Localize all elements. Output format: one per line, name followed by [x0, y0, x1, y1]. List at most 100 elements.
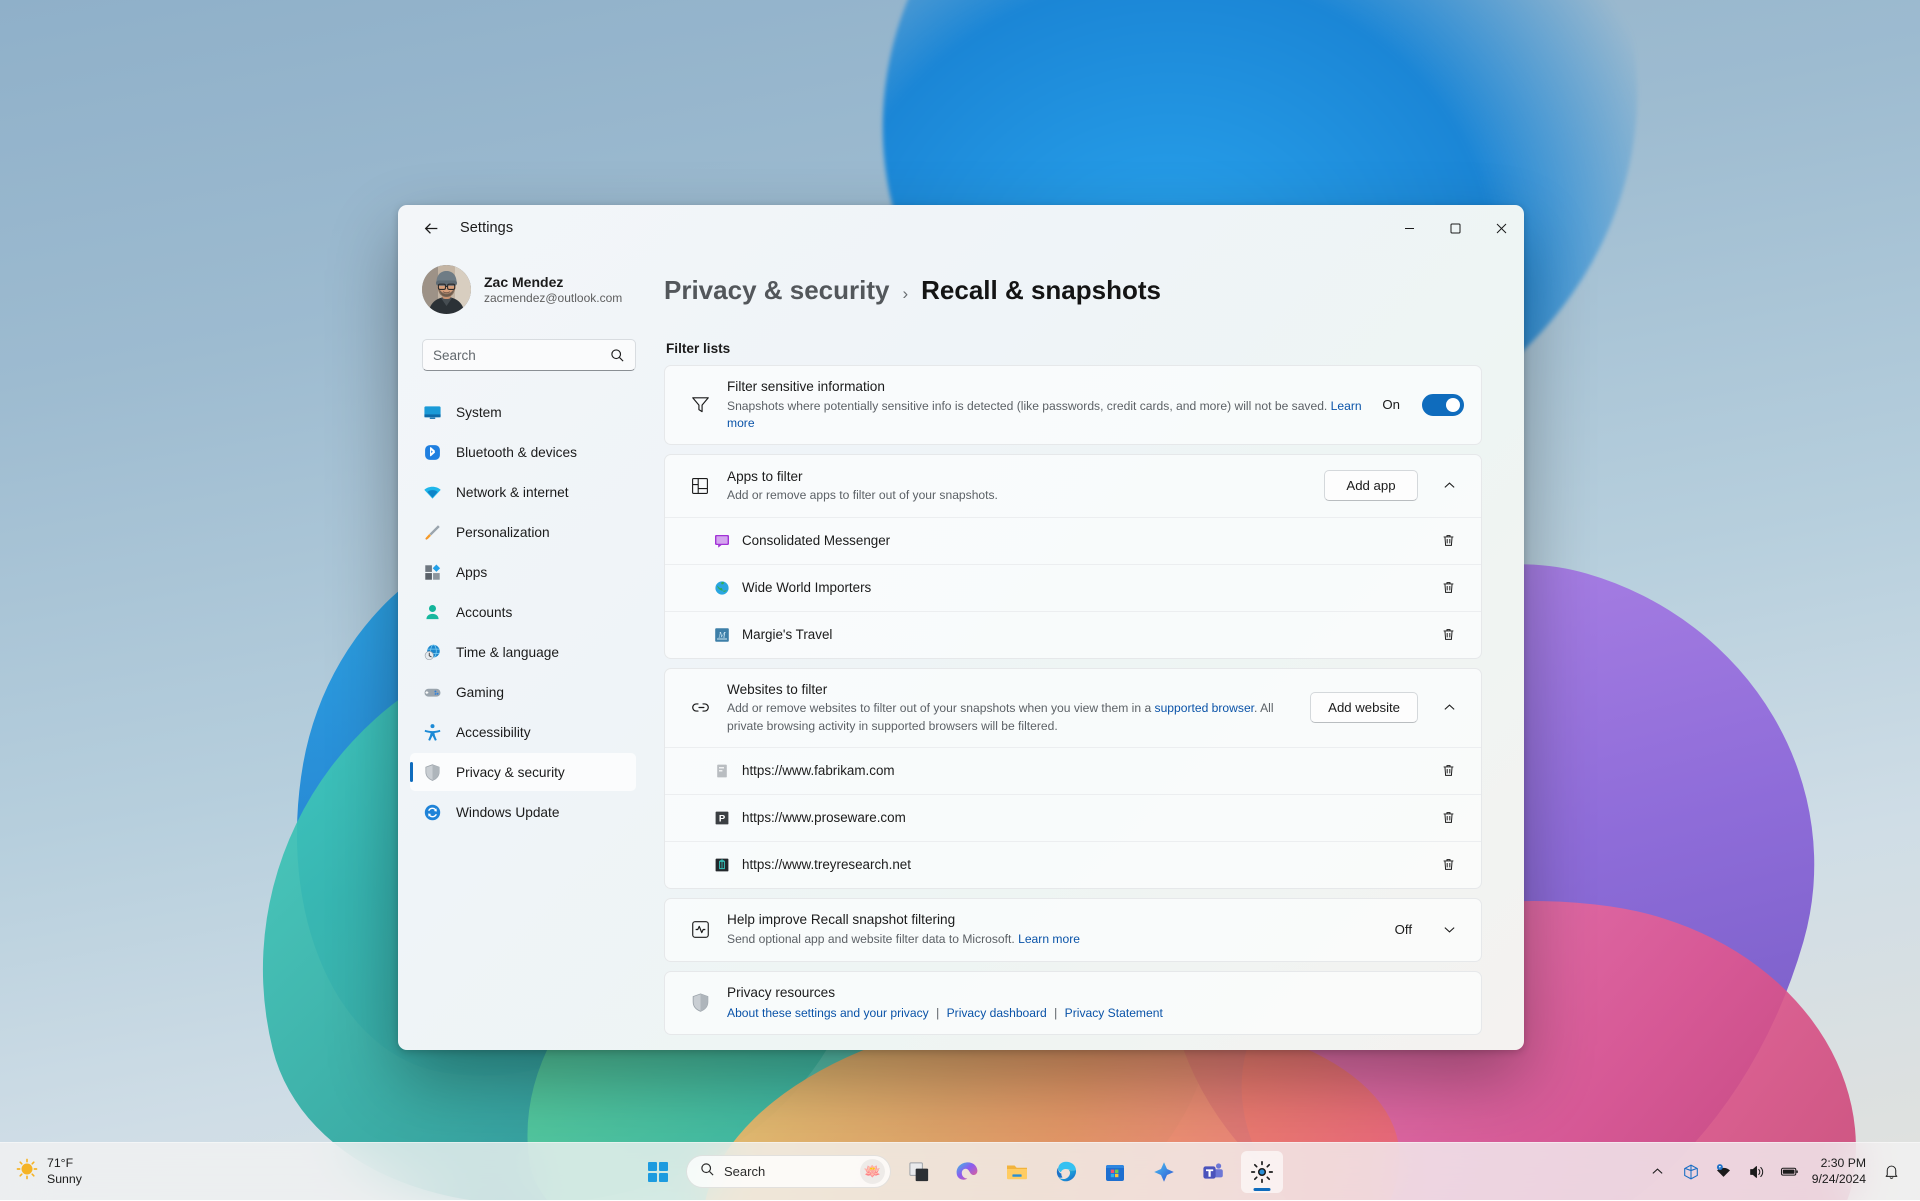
link-separator: |	[1054, 1006, 1057, 1020]
link-separator: |	[936, 1006, 939, 1020]
margies-travel-app-icon: M	[713, 626, 730, 643]
chevron-up-icon[interactable]	[1434, 693, 1464, 723]
list-item-label: https://www.treyresearch.net	[742, 857, 1420, 872]
supported-browser-link[interactable]: supported browser	[1155, 701, 1255, 715]
wifi-icon	[422, 482, 442, 502]
card-privacy-resources: Privacy resources About these settings a…	[664, 971, 1482, 1035]
add-app-button[interactable]: Add app	[1324, 470, 1418, 501]
microsoft-store-icon[interactable]	[1094, 1151, 1136, 1193]
delete-icon[interactable]	[1432, 572, 1464, 604]
maximize-button[interactable]	[1432, 205, 1478, 251]
sidebar-item-system[interactable]: System	[410, 393, 636, 431]
card-row: Filter sensitive information Snapshots w…	[665, 366, 1481, 444]
card-description: Add or remove websites to filter out of …	[727, 700, 1294, 735]
chevron-up-icon[interactable]	[1434, 471, 1464, 501]
pulse-icon	[689, 919, 711, 941]
monitor-icon	[422, 402, 442, 422]
list-item: P https://www.proseware.com	[665, 794, 1481, 841]
lotus-icon[interactable]: 🪷	[860, 1159, 885, 1184]
search-box[interactable]	[422, 339, 636, 371]
file-explorer-icon[interactable]	[996, 1151, 1038, 1193]
microsoft-teams-icon[interactable]	[1192, 1151, 1234, 1193]
shield-icon	[422, 762, 442, 782]
add-website-button[interactable]: Add website	[1310, 692, 1418, 723]
paintbrush-icon	[422, 522, 442, 542]
chevron-down-icon[interactable]	[1434, 915, 1464, 945]
sidebar-item-time-language[interactable]: Time & language	[410, 633, 636, 671]
weather-widget[interactable]: 71°F Sunny	[0, 1156, 230, 1187]
delete-icon[interactable]	[1432, 619, 1464, 651]
gamepad-icon	[422, 682, 442, 702]
onedrive-icon[interactable]	[1676, 1156, 1706, 1188]
card-description: Add or remove apps to filter out of your…	[727, 487, 1308, 505]
card-title: Privacy resources	[727, 983, 1464, 1003]
section-title-filter-lists: Filter lists	[666, 341, 1482, 356]
designer-icon[interactable]	[1143, 1151, 1185, 1193]
proseware-favicon: P	[713, 809, 730, 826]
list-item-label: Margie's Travel	[742, 627, 1420, 642]
app-grid-icon	[689, 475, 711, 497]
delete-icon[interactable]	[1432, 802, 1464, 834]
sidebar-nav: System Bluetooth & devices Network & int…	[410, 393, 636, 831]
sidebar-item-accessibility[interactable]: Accessibility	[410, 713, 636, 751]
privacy-dashboard-link[interactable]: Privacy dashboard	[947, 1006, 1047, 1020]
breadcrumb-parent[interactable]: Privacy & security	[664, 275, 889, 306]
sidebar-item-apps[interactable]: Apps	[410, 553, 636, 591]
task-view-icon[interactable]	[898, 1151, 940, 1193]
treyresearch-favicon	[713, 856, 730, 873]
sidebar-item-label: Accounts	[456, 605, 512, 620]
volume-icon[interactable]	[1742, 1156, 1772, 1188]
sidebar-item-personalization[interactable]: Personalization	[410, 513, 636, 551]
about-settings-privacy-link[interactable]: About these settings and your privacy	[727, 1006, 929, 1020]
learn-more-link[interactable]: Learn more	[1018, 932, 1080, 946]
person-icon	[422, 602, 442, 622]
apps-icon	[422, 562, 442, 582]
sidebar-item-accounts[interactable]: Accounts	[410, 593, 636, 631]
user-profile[interactable]: Zac Mendez zacmendez@outlook.com	[410, 251, 636, 321]
card-description-text: Snapshots where potentially sensitive in…	[727, 399, 1331, 413]
filter-sensitive-toggle[interactable]	[1422, 394, 1464, 416]
settings-icon[interactable]	[1241, 1151, 1283, 1193]
card-filter-sensitive-information: Filter sensitive information Snapshots w…	[664, 365, 1482, 445]
main-content: Privacy & security › Recall & snapshots …	[648, 251, 1524, 1050]
battery-icon[interactable]	[1775, 1156, 1805, 1188]
breadcrumb-separator-icon: ›	[902, 284, 908, 304]
edge-icon[interactable]	[1045, 1151, 1087, 1193]
window-titlebar: Settings	[398, 205, 1524, 251]
privacy-statement-link[interactable]: Privacy Statement	[1065, 1006, 1163, 1020]
bell-icon[interactable]	[1876, 1156, 1906, 1188]
clock-date[interactable]: 2:30 PM 9/24/2024	[1808, 1156, 1873, 1188]
delete-icon[interactable]	[1432, 849, 1464, 881]
profile-name: Zac Mendez	[484, 274, 622, 290]
globe-app-icon	[713, 579, 730, 596]
sidebar-item-label: Gaming	[456, 685, 504, 700]
taskbar-search-box[interactable]: Search 🪷	[686, 1155, 891, 1188]
list-item: M Margie's Travel	[665, 611, 1481, 658]
wifi-tray-icon[interactable]	[1709, 1156, 1739, 1188]
settings-window: Settings	[398, 205, 1524, 1050]
sidebar-item-windows-update[interactable]: Windows Update	[410, 793, 636, 831]
sidebar-item-bluetooth-devices[interactable]: Bluetooth & devices	[410, 433, 636, 471]
sidebar-item-network-internet[interactable]: Network & internet	[410, 473, 636, 511]
tray-overflow-chevron-icon[interactable]	[1643, 1156, 1673, 1188]
card-description-text: Add or remove websites to filter out of …	[727, 701, 1155, 715]
system-tray: 2:30 PM 9/24/2024	[1643, 1143, 1920, 1201]
taskbar-search-label: Search	[724, 1164, 851, 1179]
sidebar-item-gaming[interactable]: Gaming	[410, 673, 636, 711]
delete-icon[interactable]	[1432, 755, 1464, 787]
minimize-button[interactable]	[1386, 205, 1432, 251]
window-title: Settings	[460, 220, 513, 236]
taskbar-date: 9/24/2024	[1812, 1172, 1866, 1188]
sidebar-item-privacy-security[interactable]: Privacy & security	[410, 753, 636, 791]
sidebar-item-label: Bluetooth & devices	[456, 445, 577, 460]
delete-icon[interactable]	[1432, 525, 1464, 557]
back-arrow-icon[interactable]	[414, 211, 448, 245]
list-item: Wide World Importers	[665, 564, 1481, 611]
card-apps-to-filter: Apps to filter Add or remove apps to fil…	[664, 454, 1482, 659]
close-button[interactable]	[1478, 205, 1524, 251]
list-item: Consolidated Messenger	[665, 517, 1481, 564]
start-icon[interactable]	[637, 1151, 679, 1193]
sidebar-item-label: Personalization	[456, 525, 550, 540]
copilot-icon[interactable]	[947, 1151, 989, 1193]
search-input[interactable]	[433, 348, 610, 363]
